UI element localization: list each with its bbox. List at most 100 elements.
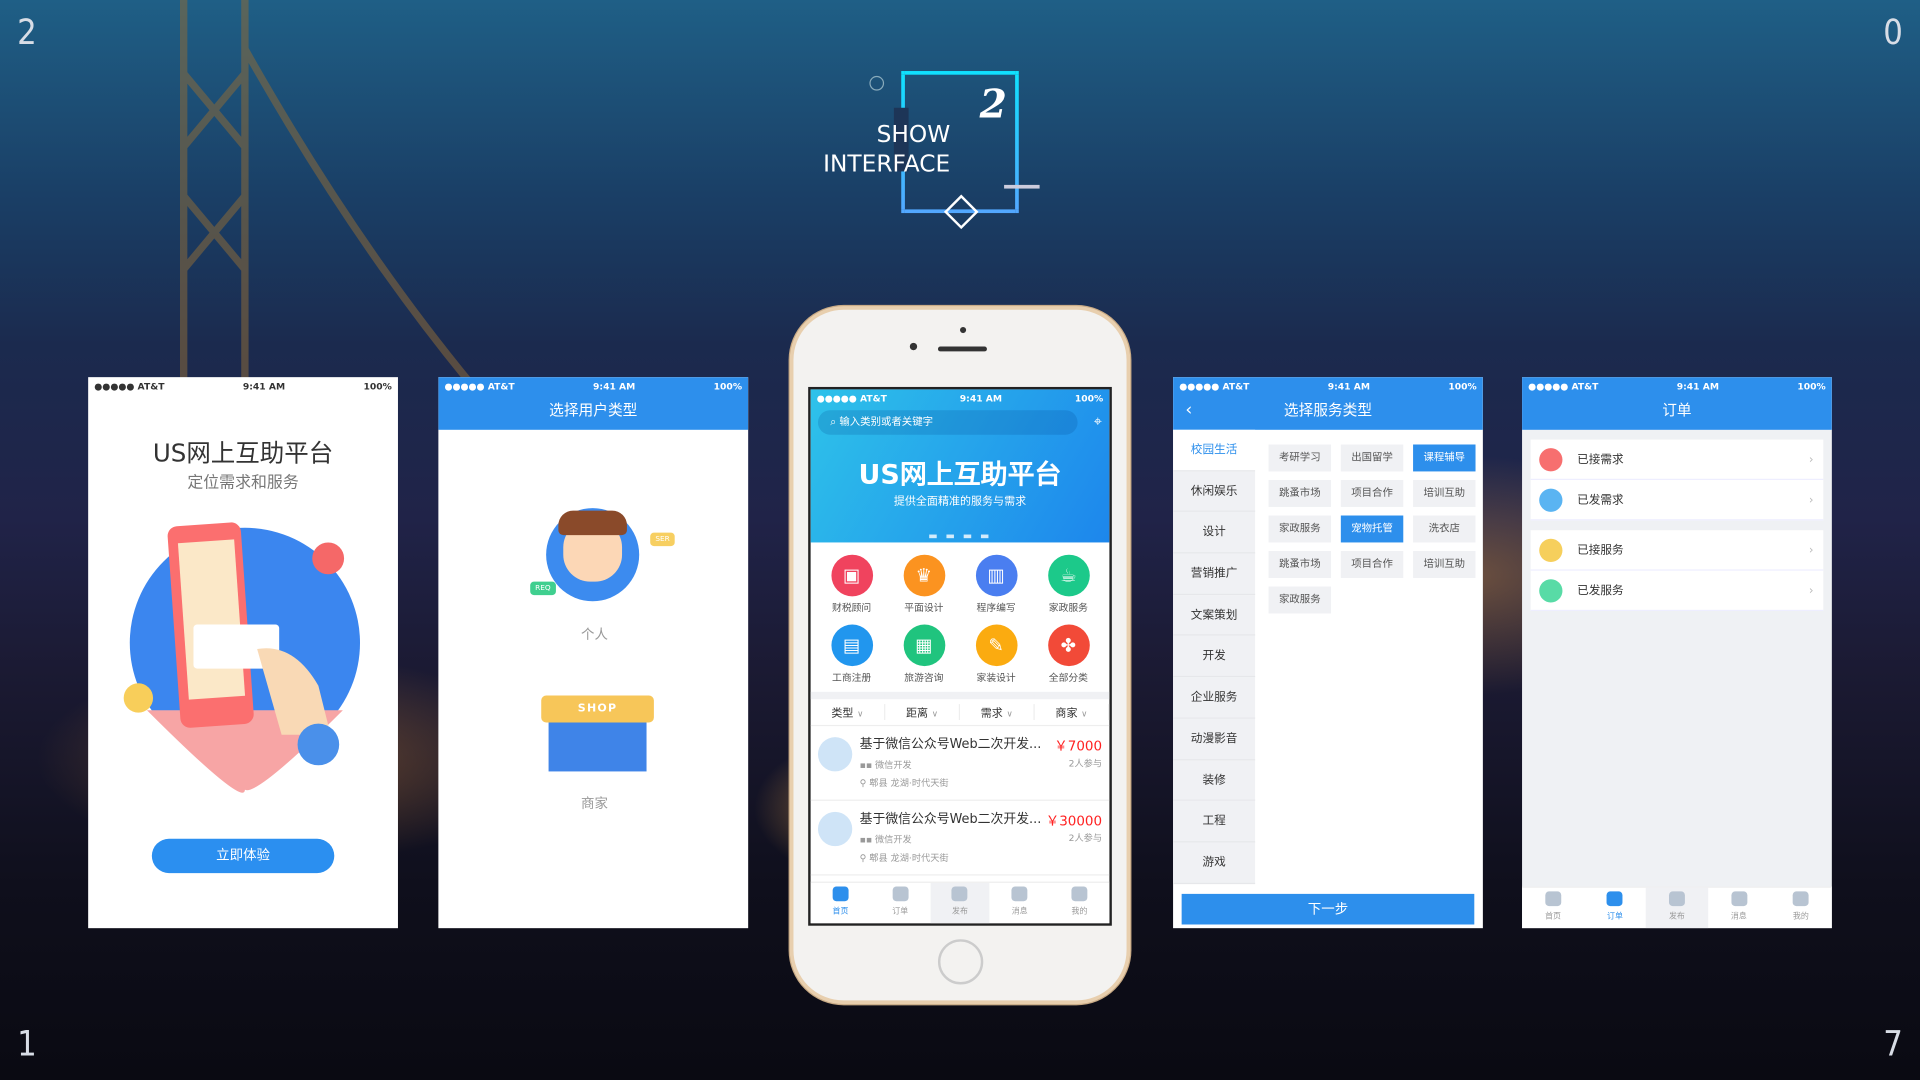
circle-decoration: [869, 75, 885, 91]
try-now-button[interactable]: 立即体验: [151, 838, 335, 874]
tab-home[interactable]: 首页: [1522, 888, 1584, 928]
tab-message[interactable]: 消息: [1708, 888, 1770, 928]
filter-dropdown[interactable]: 商家 ∨: [1035, 704, 1110, 721]
category-label: 家装设计: [976, 672, 1016, 684]
next-step-button[interactable]: 下一步: [1181, 893, 1475, 925]
sidebar-item[interactable]: 营销推广: [1173, 553, 1256, 595]
service-chip[interactable]: 家政服务: [1268, 515, 1332, 543]
back-chevron-icon[interactable]: ‹: [1185, 394, 1192, 426]
sidebar-item[interactable]: 休闲娱乐: [1173, 471, 1256, 513]
chart-icon: ▥: [975, 554, 1017, 597]
category-item-1[interactable]: ▣ 财税顾问: [816, 554, 888, 615]
service-chip[interactable]: 培训互助: [1413, 480, 1476, 507]
tab-label: 消息: [1730, 911, 1747, 921]
item-participants: 2人参与: [1068, 757, 1103, 769]
tab-message[interactable]: 消息: [990, 883, 1050, 923]
sidebar-item[interactable]: 校园生活: [1173, 429, 1256, 472]
home-button[interactable]: [937, 939, 984, 985]
tab-order[interactable]: 订单: [870, 883, 930, 923]
order-menu-item[interactable]: 已发服务 ›: [1530, 571, 1824, 612]
category-sidebar: 校园生活 休闲娱乐 设计 营销推广 文案策划 开发 企业服务 动漫影音 装修 工程 游戏: [1173, 429, 1256, 884]
service-chip[interactable]: 出国留学: [1340, 444, 1404, 472]
filter-label: 距离: [906, 707, 929, 721]
tab-home[interactable]: 首页: [811, 883, 871, 923]
service-chip[interactable]: 项目合作: [1340, 551, 1404, 578]
search-input[interactable]: ⌕ 输入类别或者关键字: [817, 410, 1078, 435]
banner: ●●●●● AT&T 9:41 AM 100% ⌕ 输入类别或者关键字 ⌖ US网上…: [810, 389, 1110, 543]
nav-title: 选择用户类型: [549, 401, 638, 419]
service-chip[interactable]: 跳蚤市场: [1268, 480, 1332, 507]
corner-digit: 1: [17, 1023, 37, 1065]
service-chip[interactable]: 宠物托管: [1340, 515, 1404, 543]
service-chip[interactable]: 课程辅导: [1413, 444, 1476, 472]
banner-subtitle: 提供全面精准的服务与需求: [893, 495, 1027, 509]
category-item-5[interactable]: ▤ 工商注册: [816, 624, 888, 684]
order-group: 已接需求 › 已发需求 ›: [1530, 439, 1824, 521]
personal-label: 个人: [581, 626, 608, 643]
category-item-7[interactable]: ✎ 家装设计: [960, 624, 1032, 684]
category-label: 平面设计: [904, 602, 944, 614]
order-menu-item[interactable]: 已接服务 ›: [1530, 530, 1824, 571]
service-chip[interactable]: 家政服务: [1268, 586, 1332, 614]
order-menu-item[interactable]: 已接需求 ›: [1530, 440, 1824, 481]
item-tag: 微信开发: [874, 833, 912, 845]
order-category-icon: [1539, 538, 1563, 563]
category-label: 全部分类: [1048, 672, 1088, 684]
sidebar-item[interactable]: 文案策划: [1173, 594, 1256, 637]
category-item-6[interactable]: ▦ 旅游咨询: [888, 624, 960, 684]
location-icon: ⚲: [859, 852, 870, 864]
list-item[interactable]: 基于微信公众号Web二次开发... ￥7000 ▪▪ 微信开发 ⚲ 郫县 龙湖·时代天…: [810, 726, 1110, 801]
category-label: 旅游咨询: [904, 672, 944, 684]
tab-order[interactable]: 订单: [1584, 888, 1646, 928]
tab-publish[interactable]: 发布: [930, 882, 990, 924]
personal-option[interactable]: SER REQ 个人: [512, 493, 677, 643]
screen-welcome: ●●●●● AT&T 9:41 AM 100% US网上互助平台 定位需求和服务 立…: [88, 377, 398, 929]
filter-dropdown[interactable]: 类型 ∨: [811, 704, 886, 721]
chevron-right-icon: ›: [1808, 453, 1814, 467]
search-placeholder: 输入类别或者关键字: [839, 416, 934, 429]
sidebar-item[interactable]: 开发: [1173, 636, 1256, 678]
carrier: ●●●●● AT&T: [94, 380, 165, 392]
category-item-8[interactable]: ✤ 全部分类: [1032, 624, 1104, 684]
tag-grid-icon: ▪▪: [859, 759, 875, 771]
category-item-2[interactable]: ♛ 平面设计: [888, 554, 960, 615]
message-icon: [1011, 886, 1028, 902]
category-grid: ▣ 财税顾问 ♛ 平面设计 ▥ 程序编写 ☕ 家政服务 ▤ 工商注册 ▦ 旅游咨询 ✎ 家装设计 ✤ 全部分类: [811, 542, 1110, 691]
order-icon: [892, 886, 909, 902]
avatar: [817, 737, 853, 772]
category-item-4[interactable]: ☕ 家政服务: [1032, 554, 1104, 615]
clock: 9:41 AM: [959, 392, 1003, 404]
sidebar-item[interactable]: 装修: [1173, 759, 1256, 802]
app-title: US网上互助平台: [152, 438, 334, 468]
clock: 9:41 AM: [242, 380, 286, 392]
filter-dropdown[interactable]: 距离 ∨: [885, 704, 961, 721]
dash-decoration: [1004, 184, 1040, 189]
order-category-icon: [1539, 448, 1563, 472]
sidebar-item[interactable]: 动漫影音: [1173, 718, 1256, 760]
service-chip[interactable]: 项目合作: [1340, 480, 1404, 507]
tab-profile[interactable]: 我的: [1770, 888, 1832, 928]
order-menu-item[interactable]: 已发需求 ›: [1530, 480, 1824, 521]
sidebar-item[interactable]: 企业服务: [1173, 677, 1256, 719]
carousel-indicator[interactable]: ▬ ▬ ▬ ▬: [811, 530, 1110, 541]
subcategory-grid: 考研学习 出国留学 课程辅导 跳蚤市场 项目合作 培训互助 家政服务 宠物托管 洗衣店 跳蚤市场项…: [1268, 444, 1477, 614]
battery: 100%: [1797, 380, 1826, 392]
filter-dropdown[interactable]: 需求 ∨: [960, 704, 1035, 721]
tab-profile[interactable]: 我的: [1050, 883, 1110, 923]
merchant-option[interactable]: SHOP 商家: [512, 683, 677, 818]
sidebar-item[interactable]: 设计: [1173, 512, 1256, 554]
shop-sign: SHOP: [541, 695, 654, 723]
service-chip[interactable]: 培训互助: [1413, 551, 1476, 578]
carrier: ●●●●● AT&T: [444, 380, 515, 392]
service-chip[interactable]: 洗衣店: [1413, 515, 1476, 543]
service-chip[interactable]: 考研学习: [1268, 444, 1332, 472]
service-chip[interactable]: 跳蚤市场: [1268, 551, 1332, 578]
sidebar-item[interactable]: 游戏: [1173, 842, 1256, 884]
list-item[interactable]: 基于微信公众号Web二次开发... ￥30000 ▪▪ 微信开发 ⚲ 郫县 龙湖·时代…: [810, 801, 1110, 876]
tab-label: 我的: [1071, 906, 1088, 916]
tag-grid-icon: ▪▪: [859, 833, 875, 845]
tab-publish[interactable]: 发布: [1645, 887, 1708, 929]
sidebar-item[interactable]: 工程: [1173, 801, 1256, 843]
category-item-3[interactable]: ▥ 程序编写: [960, 554, 1032, 615]
location-pin-icon[interactable]: ⌖: [1094, 413, 1102, 431]
